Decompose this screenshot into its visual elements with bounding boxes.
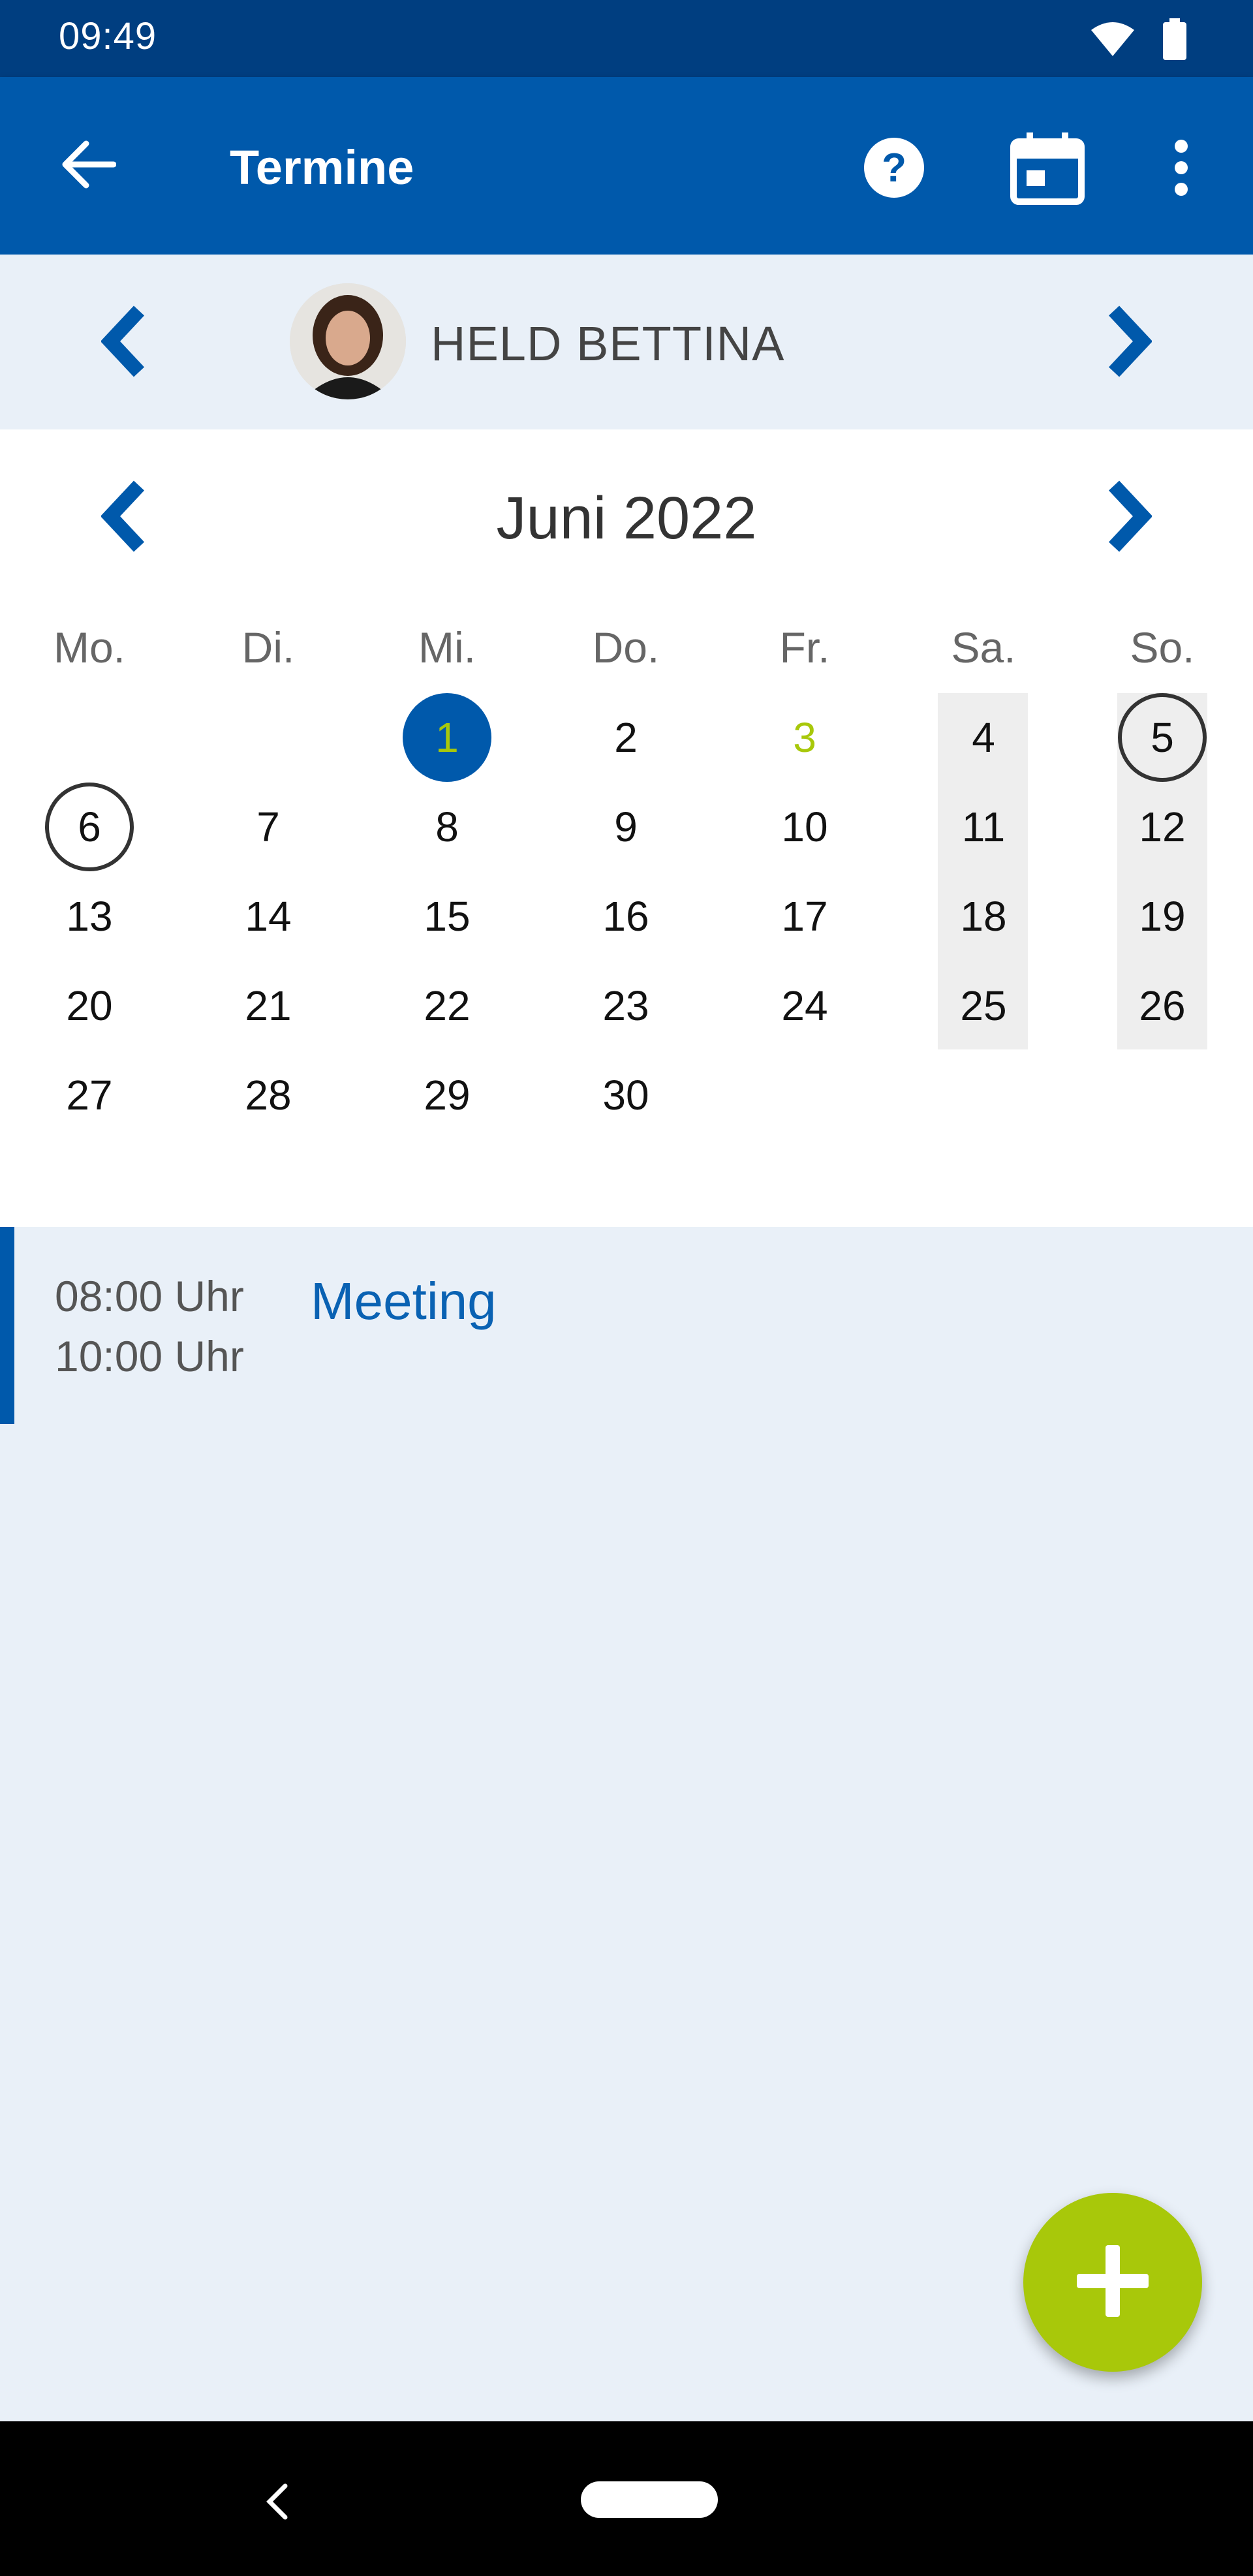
calendar-day[interactable]: 28: [179, 1051, 358, 1140]
calendar-day[interactable]: 3: [715, 693, 894, 782]
battery-icon: [1162, 18, 1188, 63]
calendar-day[interactable]: 15: [358, 872, 536, 961]
next-month-button[interactable]: [1090, 475, 1168, 560]
calendar-day[interactable]: 11: [894, 783, 1073, 871]
calendar-day[interactable]: 12: [1073, 783, 1252, 871]
calendar-icon: [1010, 130, 1085, 209]
chevron-left-icon: [100, 305, 147, 380]
wifi-icon: [1090, 21, 1136, 61]
event-item[interactable]: 08:00 Uhr 10:00 Uhr Meeting: [0, 1227, 1253, 1424]
previous-month-button[interactable]: [85, 475, 163, 560]
add-event-button[interactable]: [1023, 2193, 1202, 2372]
system-nav-bar: [0, 2421, 1253, 2576]
back-arrow-icon: [60, 140, 117, 193]
chevron-left-icon: [100, 480, 147, 555]
calendar-day[interactable]: 5: [1073, 693, 1252, 782]
avatar: [290, 283, 406, 399]
chevron-right-icon: [1106, 480, 1153, 555]
calendar-day[interactable]: 16: [536, 872, 715, 961]
calendar-day[interactable]: 18: [894, 872, 1073, 961]
calendar-day[interactable]: 27: [0, 1051, 179, 1140]
nav-back-button[interactable]: [248, 2474, 307, 2532]
nav-back-icon: [264, 2482, 290, 2524]
previous-person-button[interactable]: [85, 300, 163, 385]
calendar-day[interactable]: 20: [0, 961, 179, 1050]
month-calendar: Juni 2022 Mo. Di. Mi. Do. Fr. Sa. So. 1 …: [0, 429, 1253, 1227]
calendar-day[interactable]: 17: [715, 872, 894, 961]
back-button[interactable]: [52, 133, 124, 198]
event-end-time: 10:00 Uhr: [55, 1332, 244, 1380]
help-button[interactable]: ?: [855, 133, 933, 205]
calendar-day[interactable]: 22: [358, 961, 536, 1050]
weekday-label: Mi.: [418, 623, 476, 672]
weekday-label: Sa.: [951, 623, 1016, 672]
calendar-day[interactable]: 8: [358, 783, 536, 871]
calendar-day[interactable]: 25: [894, 961, 1073, 1050]
calendar-day[interactable]: 26: [1073, 961, 1252, 1050]
event-title: Meeting: [311, 1272, 497, 1330]
nav-home-pill[interactable]: [581, 2481, 718, 2518]
calendar-button[interactable]: [1005, 127, 1090, 211]
calendar-day[interactable]: 4: [894, 693, 1073, 782]
plus-icon: [1077, 2244, 1149, 2320]
status-bar: 09:49: [0, 0, 1253, 77]
calendar-day[interactable]: 6: [0, 783, 179, 871]
status-time: 09:49: [59, 15, 157, 57]
weekday-label: So.: [1130, 623, 1195, 672]
weekday-label: Fr.: [779, 623, 830, 672]
more-options-button[interactable]: [1149, 133, 1214, 205]
person-selector: HELD BETTINA: [0, 255, 1253, 429]
app-bar: Termine ?: [0, 77, 1253, 255]
calendar-day[interactable]: 14: [179, 872, 358, 961]
next-person-button[interactable]: [1090, 300, 1168, 385]
person-name: HELD BETTINA: [431, 317, 785, 371]
weekday-label: Mo.: [53, 623, 126, 672]
weekday-label: Di.: [241, 623, 295, 672]
more-vert-icon: [1173, 139, 1189, 199]
calendar-day[interactable]: 9: [536, 783, 715, 871]
status-icons: [1090, 18, 1188, 63]
calendar-day[interactable]: 24: [715, 961, 894, 1050]
calendar-day[interactable]: 30: [536, 1051, 715, 1140]
calendar-day[interactable]: 13: [0, 872, 179, 961]
calendar-day[interactable]: 23: [536, 961, 715, 1050]
calendar-day[interactable]: 19: [1073, 872, 1252, 961]
chevron-right-icon: [1106, 305, 1153, 380]
event-color-bar: [0, 1227, 14, 1424]
calendar-day[interactable]: 21: [179, 961, 358, 1050]
svg-text:?: ?: [882, 146, 906, 191]
calendar-day[interactable]: 2: [536, 693, 715, 782]
weekday-label: Do.: [592, 623, 660, 672]
calendar-day[interactable]: 1: [358, 693, 536, 782]
page-title: Termine: [230, 140, 414, 194]
calendar-day[interactable]: 7: [179, 783, 358, 871]
event-start-time: 08:00 Uhr: [55, 1272, 244, 1320]
calendar-day[interactable]: 29: [358, 1051, 536, 1140]
calendar-day[interactable]: 10: [715, 783, 894, 871]
help-icon: ?: [862, 136, 926, 203]
month-title: Juni 2022: [496, 485, 757, 551]
